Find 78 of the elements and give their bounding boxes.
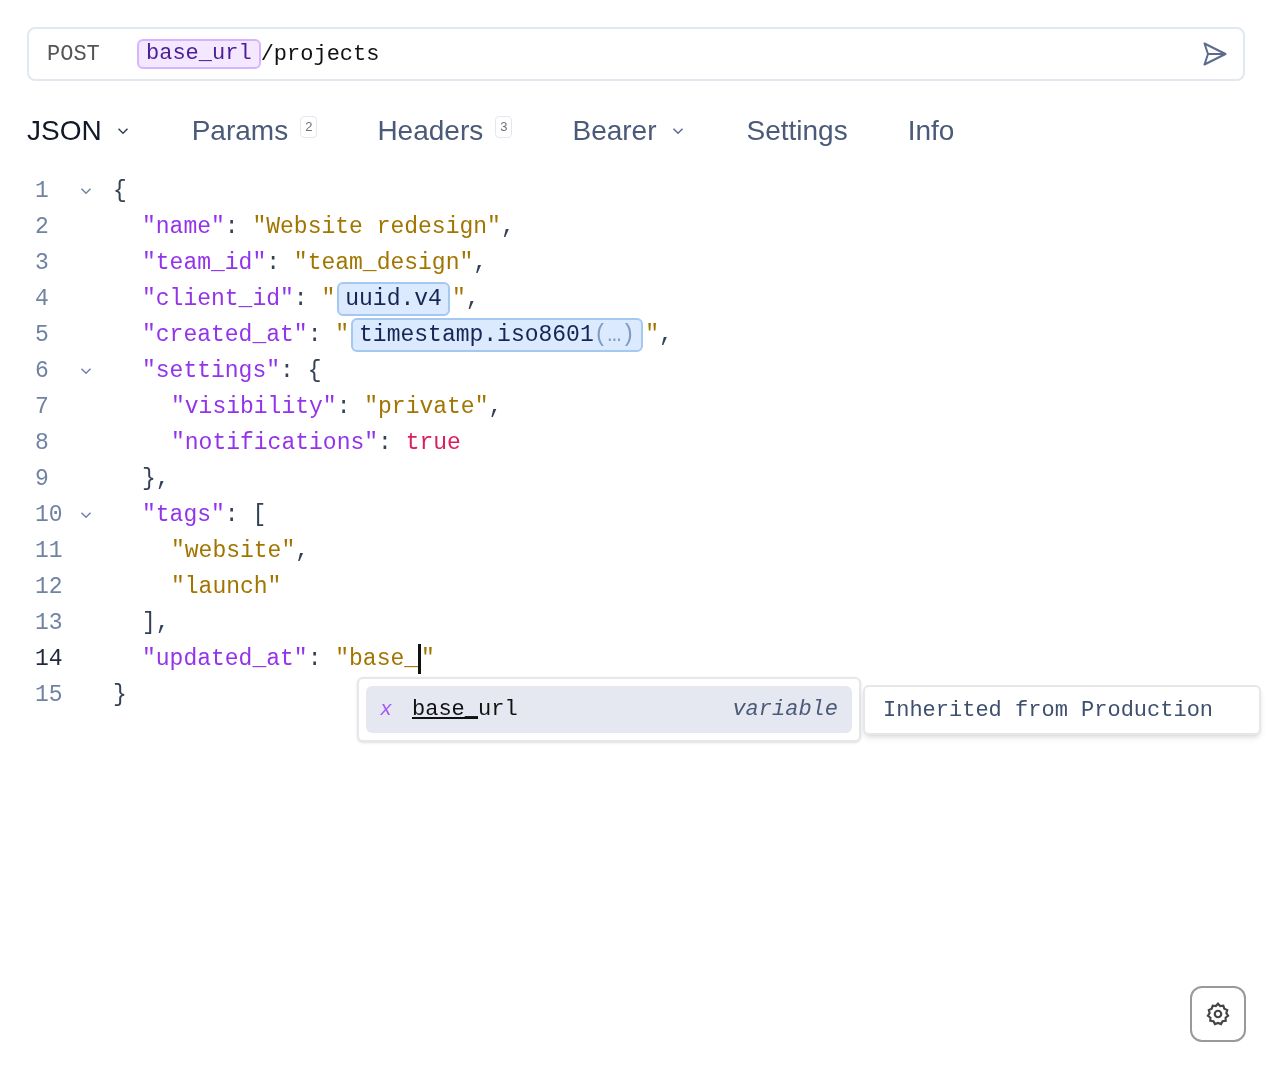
line-number: 4 — [34, 284, 50, 314]
code-punctuation: , — [488, 392, 503, 422]
settings-button[interactable] — [1190, 986, 1246, 1042]
code-punctuation: : — [307, 320, 323, 350]
line-number: 9 — [34, 464, 50, 494]
code-token: "base_ — [335, 644, 419, 674]
method-label[interactable]: POST — [47, 37, 137, 71]
send-icon[interactable] — [1201, 40, 1229, 68]
line-number: 7 — [34, 392, 50, 422]
code-token: "client_id" — [142, 284, 294, 314]
code-punctuation: : — [378, 428, 393, 458]
code-punctuation: } — [113, 680, 127, 710]
code-token: "notifications" — [171, 428, 379, 458]
code-token: " — [335, 320, 350, 350]
settings-icon — [1205, 1001, 1231, 1027]
code-punctuation: : — [266, 248, 282, 278]
code-token: "visibility" — [171, 392, 337, 422]
code-token: "Website redesign" — [252, 212, 501, 242]
count-badge: 2 — [300, 116, 318, 138]
code-punctuation: : — [307, 644, 323, 674]
tab[interactable]: Headers 3 — [377, 110, 513, 152]
text-cursor — [418, 644, 422, 674]
code-token: "name" — [142, 212, 225, 242]
code-punctuation: : — [293, 284, 309, 314]
code-token: "team_design" — [293, 248, 474, 278]
code-punctuation: , — [465, 284, 480, 314]
variable-icon: x — [380, 694, 412, 725]
code-token: "launch" — [171, 572, 282, 602]
tab[interactable]: Settings — [746, 110, 848, 152]
code-punctuation: , — [473, 248, 488, 278]
line-number: 3 — [34, 248, 50, 278]
code-token: " — [421, 644, 435, 674]
code-punctuation: , — [500, 212, 515, 242]
code-punctuation: : [ — [224, 500, 267, 530]
code-punctuation: : — [224, 212, 240, 242]
code-token: "settings" — [142, 356, 281, 386]
code-token: "created_at" — [142, 320, 308, 350]
line-number: 1 — [34, 176, 50, 206]
code-punctuation: , — [295, 536, 310, 566]
function-chip[interactable]: uuid.v4 — [337, 282, 450, 316]
tab[interactable]: Params 2 — [191, 110, 318, 152]
code-punctuation: : — [336, 392, 352, 422]
count-badge: 3 — [495, 116, 513, 138]
line-number: 5 — [34, 320, 50, 350]
suggestion-label: base_url — [412, 696, 519, 724]
url-path: /projects — [260, 40, 380, 69]
code-token: "updated_at" — [142, 644, 308, 674]
code-punctuation: { — [113, 176, 127, 206]
code-token: " — [645, 320, 659, 350]
code-token: "team_id" — [142, 248, 267, 278]
code-token: " — [451, 284, 466, 314]
code-token: true — [405, 428, 461, 458]
code-punctuation: : { — [280, 356, 322, 386]
code-punctuation: , — [658, 320, 673, 350]
line-number: 8 — [34, 428, 50, 458]
code-token: "website" — [171, 536, 296, 566]
variable-chip[interactable]: base_url — [137, 39, 261, 69]
line-number: 6 — [34, 356, 50, 386]
code-token: " — [321, 284, 336, 314]
suggestion-type: variable — [732, 696, 838, 724]
line-number: 12 — [34, 572, 64, 602]
line-number: 15 — [34, 680, 64, 710]
detail-tooltip: Inherited from Production — [863, 685, 1261, 735]
code-token: "private" — [364, 392, 489, 422]
line-number: 11 — [34, 536, 64, 566]
url-bar[interactable]: POST base_url /projects — [27, 27, 1245, 81]
line-number: 13 — [34, 608, 64, 638]
tab[interactable]: Bearer — [572, 110, 687, 152]
code-punctuation: ], — [142, 608, 170, 638]
function-chip[interactable]: timestamp.iso8601(…) — [351, 318, 644, 352]
tab[interactable]: Info — [907, 110, 955, 152]
tab[interactable]: JSON — [27, 110, 132, 152]
code-token: "tags" — [142, 500, 225, 530]
autocomplete-item[interactable]: x base_url variable — [366, 686, 852, 733]
code-punctuation: }, — [142, 464, 170, 494]
line-number: 14 — [34, 644, 64, 674]
line-number: 10 — [34, 500, 64, 530]
line-number: 2 — [34, 212, 50, 242]
